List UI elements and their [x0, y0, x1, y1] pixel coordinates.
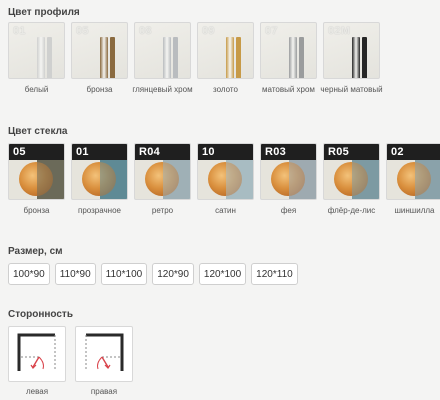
- profile-color-option[interactable]: 07 матовый хром: [260, 22, 317, 95]
- glass-color-code: 02: [391, 146, 404, 158]
- glass-color-title: Цвет стекла: [8, 126, 68, 137]
- glass-color-option[interactable]: R05 флёр-де-лис: [323, 143, 380, 216]
- glass-color-option[interactable]: R04 ретро: [134, 143, 191, 216]
- profile-bar-icon: [289, 37, 297, 78]
- profile-color-label: белый: [24, 85, 49, 94]
- glass-color-thumbnail: 10: [197, 143, 254, 200]
- profile-color-code: 08: [139, 25, 152, 37]
- profile-bar-icon: [37, 37, 45, 78]
- profile-color-thumbnail: 01: [8, 22, 65, 79]
- profile-color-label: глянцевый хром: [132, 85, 193, 94]
- glass-color-thumbnail: 05: [8, 143, 65, 200]
- profile-color-code: 07: [265, 25, 278, 37]
- profile-bar-icon: [110, 37, 115, 78]
- profile-color-thumbnail: 08: [134, 22, 191, 79]
- profile-color-thumbnail: 09: [197, 22, 254, 79]
- profile-bar-icon: [47, 37, 52, 78]
- profile-color-option[interactable]: 01 белый: [8, 22, 65, 95]
- glass-color-option[interactable]: 02 шиншилла: [386, 143, 440, 216]
- glass-color-option[interactable]: 05 бронза: [8, 143, 65, 216]
- profile-color-code: 09: [202, 25, 215, 37]
- glass-color-option[interactable]: 01 прозрачное: [71, 143, 128, 216]
- side-options: левая правая: [8, 326, 133, 396]
- profile-color-option[interactable]: 08 глянцевый хром: [132, 22, 193, 95]
- glass-color-list: 05 бронза 01 прозрачное R04 ретро 10 сатин R03 фе…: [8, 143, 440, 216]
- profile-bar-icon: [236, 37, 241, 78]
- profile-bar-icon: [226, 37, 234, 78]
- size-options: 100*90 110*90 110*100 120*90 120*100 120*110: [8, 263, 298, 285]
- profile-color-label: матовый хром: [262, 85, 315, 94]
- profile-color-label: золото: [213, 85, 238, 94]
- glass-color-thumbnail: 01: [71, 143, 128, 200]
- size-option-button[interactable]: 120*110: [251, 263, 298, 285]
- profile-bar-icon: [163, 37, 171, 78]
- size-option-button[interactable]: 110*90: [54, 263, 96, 285]
- profile-color-label: бронза: [86, 85, 113, 94]
- side-right-diagram: [75, 326, 133, 382]
- glass-color-thumbnail: R05: [323, 143, 380, 200]
- glass-color-thumbnail: 02: [386, 143, 440, 200]
- glass-color-label: фея: [280, 206, 297, 215]
- glass-color-code: 10: [202, 146, 215, 158]
- profile-color-code: 05: [76, 25, 89, 37]
- glass-color-label: шиншилла: [394, 206, 435, 215]
- glass-color-label: сатин: [215, 206, 236, 215]
- profile-color-option[interactable]: 05 бронза: [71, 22, 128, 95]
- side-option-right[interactable]: правая: [75, 326, 133, 396]
- profile-bar-icon: [100, 37, 108, 78]
- glass-color-code: 05: [13, 146, 26, 158]
- glass-color-thumbnail: R04: [134, 143, 191, 200]
- glass-color-thumbnail: R03: [260, 143, 317, 200]
- profile-color-thumbnail: 05: [71, 22, 128, 79]
- size-title: Размер, см: [8, 246, 63, 257]
- profile-color-thumbnail: 02M: [323, 22, 380, 79]
- glass-color-option[interactable]: 10 сатин: [197, 143, 254, 216]
- side-title: Сторонность: [8, 309, 73, 320]
- side-option-label: правая: [90, 387, 118, 396]
- size-option-button[interactable]: 110*100: [100, 263, 148, 285]
- profile-bar-icon: [173, 37, 178, 78]
- glass-color-label: ретро: [151, 206, 174, 215]
- profile-bar-icon: [299, 37, 304, 78]
- glass-color-label: флёр-де-лис: [327, 206, 376, 215]
- glass-color-option[interactable]: R03 фея: [260, 143, 317, 216]
- glass-color-label: бронза: [23, 206, 50, 215]
- profile-bar-icon: [362, 37, 367, 78]
- side-option-label: левая: [25, 387, 49, 396]
- side-left-diagram: [8, 326, 66, 382]
- profile-color-thumbnail: 07: [260, 22, 317, 79]
- profile-color-title: Цвет профиля: [8, 7, 80, 18]
- glass-color-code: R05: [328, 146, 350, 158]
- profile-color-option[interactable]: 09 золото: [197, 22, 254, 95]
- size-option-button[interactable]: 120*90: [152, 263, 194, 285]
- profile-color-label: черный матовый: [320, 85, 383, 94]
- door-left-icon: [17, 333, 56, 371]
- profile-color-code: 01: [13, 25, 26, 37]
- profile-color-list: 01 белый 05 бронза 08 глянцевый хром 09 золото 0…: [8, 22, 383, 95]
- glass-color-code: R03: [265, 146, 287, 158]
- side-option-left[interactable]: левая: [8, 326, 66, 396]
- size-option-button[interactable]: 120*100: [198, 263, 247, 285]
- glass-color-code: R04: [139, 146, 161, 158]
- door-right-icon: [85, 333, 124, 371]
- size-option-button[interactable]: 100*90: [8, 263, 50, 285]
- glass-color-code: 01: [76, 146, 89, 158]
- profile-bar-icon: [352, 37, 360, 78]
- profile-color-code: 02M: [328, 25, 351, 37]
- glass-color-label: прозрачное: [77, 206, 121, 215]
- profile-color-option[interactable]: 02M черный матовый: [320, 22, 383, 95]
